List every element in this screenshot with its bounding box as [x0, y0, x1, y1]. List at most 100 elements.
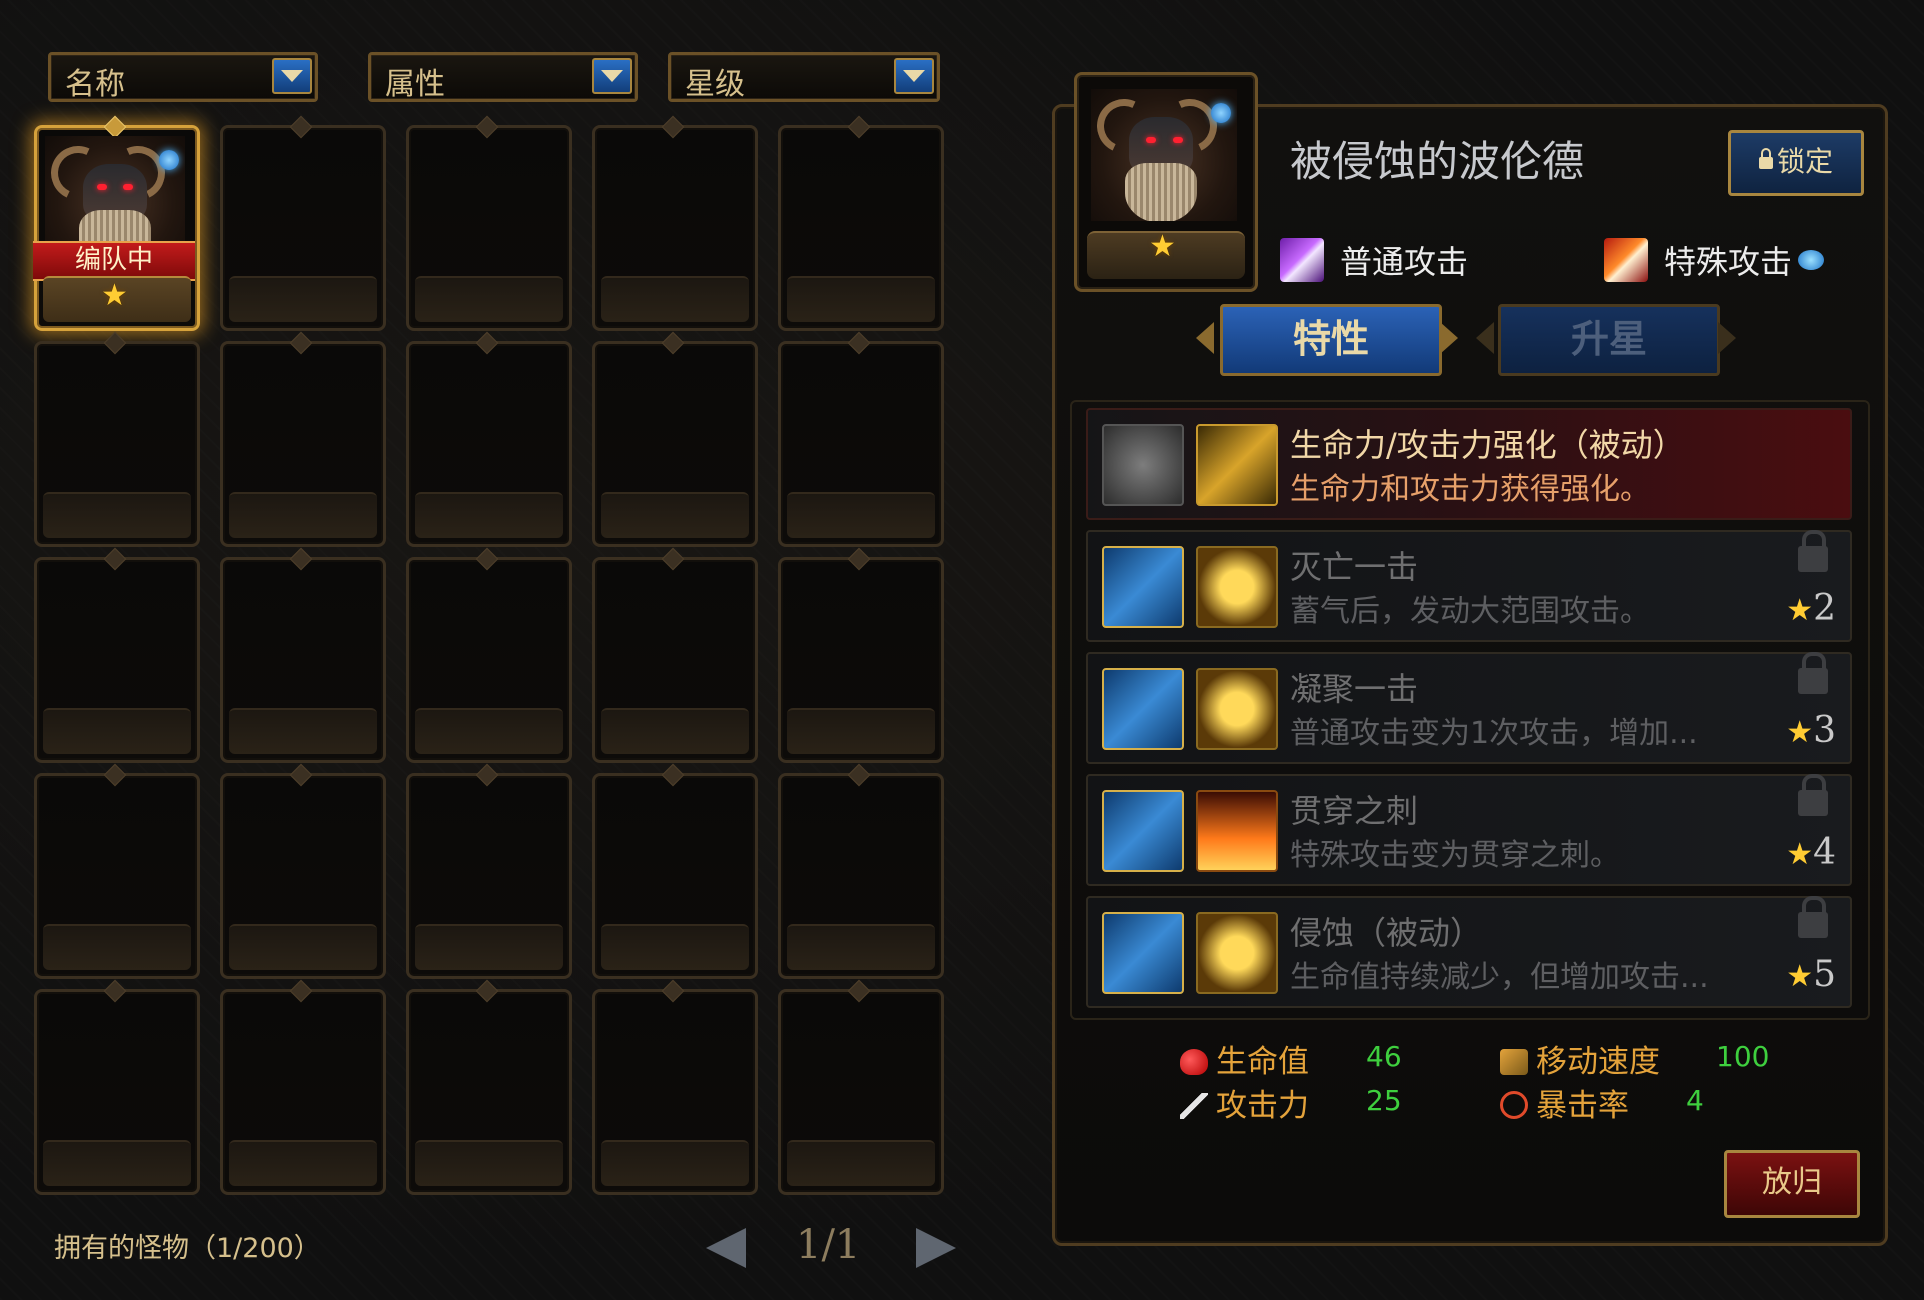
- slot-plate: [601, 276, 749, 322]
- explosion-icon: [1102, 790, 1184, 872]
- slot-plate: [229, 708, 377, 754]
- monster-name: 被侵蚀的波伦德: [1290, 137, 1585, 186]
- stat-speed: 移动速度 100: [1500, 1036, 1769, 1081]
- monster-slot-empty[interactable]: [406, 547, 572, 763]
- monster-slot-empty[interactable]: [220, 763, 386, 979]
- monster-slot-empty[interactable]: [592, 547, 758, 763]
- trait-desc: 特殊攻击变为贯穿之刺。: [1290, 838, 1620, 873]
- special-attack-icon: [1604, 238, 1648, 282]
- trait-name: 凝聚一击: [1290, 670, 1419, 708]
- slot-ornament: [661, 979, 685, 1003]
- angel-heart-icon: [1102, 424, 1184, 506]
- slot-ornament: [661, 331, 685, 355]
- winged-boot-icon: [1500, 1049, 1528, 1075]
- detail-monster-portrait: [1091, 89, 1237, 221]
- in-team-badge: 编队中: [33, 241, 195, 281]
- trait-row[interactable]: 灭亡一击 蓄气后，发动大范围攻击。 ★2: [1086, 530, 1852, 642]
- chevron-down-icon[interactable]: [592, 58, 632, 94]
- slot-plate: [415, 1140, 563, 1186]
- release-button[interactable]: 放归: [1724, 1150, 1860, 1218]
- slot-ornament: [661, 547, 685, 571]
- monster-slot-empty[interactable]: [406, 763, 572, 979]
- charge-icon: [1102, 546, 1184, 628]
- next-page-arrow-icon[interactable]: [916, 1228, 956, 1268]
- slot-plate: [787, 1140, 935, 1186]
- cross-icon: [1102, 912, 1184, 994]
- monster-slot-empty[interactable]: [592, 979, 758, 1195]
- monster-slot-empty[interactable]: [220, 115, 386, 331]
- stat-hp: 生命值 46: [1180, 1036, 1402, 1081]
- slot-ornament: [847, 763, 871, 787]
- chevron-down-icon[interactable]: [272, 58, 312, 94]
- attack-label: 攻击力: [1216, 1088, 1309, 1124]
- slot-plate: [601, 708, 749, 754]
- normal-attack[interactable]: 普通攻击: [1280, 234, 1468, 286]
- monster-slot-empty[interactable]: [34, 331, 200, 547]
- slot-plate: [787, 276, 935, 322]
- slot-plate: [787, 924, 935, 970]
- focus-burst-icon: [1196, 668, 1278, 750]
- star-icon: ★: [1149, 229, 1176, 264]
- sword-buff-icon: [1196, 424, 1278, 506]
- monster-slot-empty[interactable]: [220, 547, 386, 763]
- star-icon: ★: [1786, 959, 1814, 994]
- lock-button[interactable]: 锁定: [1728, 130, 1864, 196]
- water-orb-icon: [1211, 103, 1231, 123]
- speed-label: 移动速度: [1536, 1044, 1660, 1080]
- name-filter-dropdown[interactable]: 名称: [48, 52, 318, 102]
- normal-attack-icon: [1280, 238, 1324, 282]
- padlock-icon: [1798, 896, 1828, 938]
- fire-spikes-icon: [1196, 790, 1278, 872]
- monster-slot-empty[interactable]: [778, 115, 944, 331]
- star-requirement-value: 2: [1813, 588, 1836, 629]
- monster-slot-empty[interactable]: [778, 979, 944, 1195]
- star-filter-dropdown[interactable]: 星级: [668, 52, 940, 102]
- tab-right-arrow-icon: [1718, 322, 1736, 354]
- slot-plate: [229, 276, 377, 322]
- trait-desc: 普通攻击变为1次攻击，增加...: [1290, 716, 1698, 751]
- monster-slot-empty[interactable]: [406, 331, 572, 547]
- slot-ornament: [289, 979, 313, 1003]
- slot-ornament: [847, 115, 871, 139]
- monster-slot-empty[interactable]: [220, 979, 386, 1195]
- slot-ornament: [475, 763, 499, 787]
- monster-slot-empty[interactable]: [778, 547, 944, 763]
- star-icon: ★: [101, 278, 128, 313]
- tab-star-up[interactable]: 升星: [1498, 304, 1720, 376]
- trait-desc: 生命值持续减少，但增加攻击...: [1290, 960, 1709, 995]
- padlock-icon: [1798, 530, 1828, 572]
- prev-page-arrow-icon[interactable]: [706, 1228, 746, 1268]
- monster-slot-empty[interactable]: [406, 115, 572, 331]
- trait-row[interactable]: 贯穿之刺 特殊攻击变为贯穿之刺。 ★4: [1086, 774, 1852, 886]
- crit-value: 4: [1686, 1084, 1704, 1117]
- slot-plate: [415, 924, 563, 970]
- slot-plate: [415, 492, 563, 538]
- monster-slot-empty[interactable]: [778, 331, 944, 547]
- page-indicator: 1/1: [796, 1222, 861, 1268]
- monster-slot-empty[interactable]: [592, 115, 758, 331]
- trait-row[interactable]: 凝聚一击 普通攻击变为1次攻击，增加... ★3: [1086, 652, 1852, 764]
- hp-label: 生命值: [1216, 1044, 1309, 1080]
- trait-desc: 蓄气后，发动大范围攻击。: [1290, 594, 1650, 629]
- slot-ornament: [661, 115, 685, 139]
- monster-slot-empty[interactable]: [778, 763, 944, 979]
- monster-slot-empty[interactable]: [34, 763, 200, 979]
- trait-row[interactable]: 侵蚀（被动） 生命值持续减少，但增加攻击... ★5: [1086, 896, 1852, 1008]
- monster-slot-empty[interactable]: [592, 331, 758, 547]
- special-attack[interactable]: 特殊攻击: [1604, 234, 1825, 286]
- monster-slot-empty[interactable]: [220, 331, 386, 547]
- speed-value: 100: [1716, 1040, 1770, 1073]
- attribute-filter-dropdown[interactable]: 属性: [368, 52, 638, 102]
- monster-slot-empty[interactable]: [34, 547, 200, 763]
- monster-slot-empty[interactable]: [406, 979, 572, 1195]
- trait-row[interactable]: 生命力/攻击力强化（被动） 生命力和攻击力获得强化。: [1086, 408, 1852, 520]
- monster-slot-owned[interactable]: 编队中 ★: [33, 115, 200, 331]
- attribute-filter-label: 属性: [385, 67, 445, 102]
- padlock-icon: [1798, 774, 1828, 816]
- tab-traits[interactable]: 特性: [1220, 304, 1442, 376]
- stat-attack: 攻击力 25: [1180, 1080, 1402, 1125]
- monster-slot-empty[interactable]: [592, 763, 758, 979]
- chevron-down-icon[interactable]: [894, 58, 934, 94]
- trait-list: 生命力/攻击力强化（被动） 生命力和攻击力获得强化。 灭亡一击 蓄气后，发动大范…: [1070, 400, 1870, 1020]
- monster-slot-empty[interactable]: [34, 979, 200, 1195]
